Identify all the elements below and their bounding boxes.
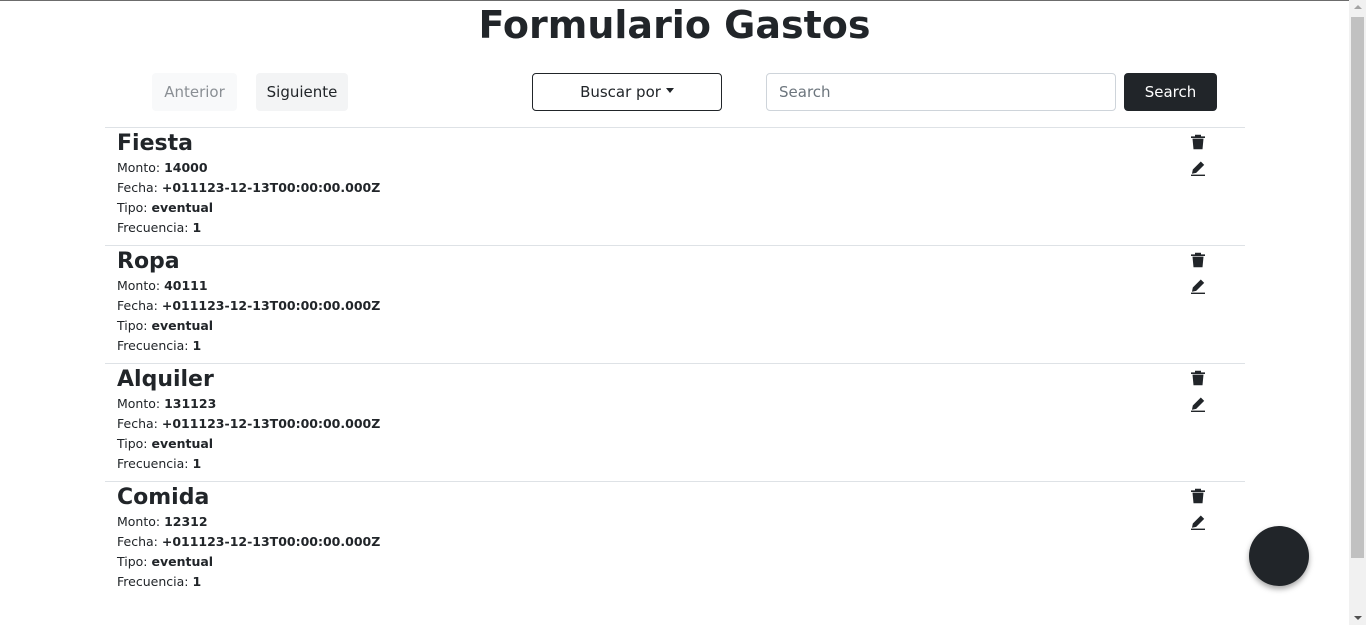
frequency-value: 1 bbox=[192, 456, 202, 471]
expense-amount: Monto: 131123 bbox=[117, 394, 1233, 414]
expense-amount: Monto: 12312 bbox=[117, 512, 1233, 532]
date-label: Fecha: bbox=[117, 298, 162, 313]
amount-value: 12312 bbox=[164, 514, 208, 529]
expense-name: Ropa bbox=[117, 249, 180, 274]
trash-icon[interactable] bbox=[1190, 252, 1206, 268]
expense-frequency: Frecuencia: 1 bbox=[117, 572, 1233, 592]
type-value: eventual bbox=[151, 436, 214, 451]
page-title: Formulario Gastos bbox=[478, 3, 871, 47]
date-label: Fecha: bbox=[117, 534, 162, 549]
expense-item: Alquiler Monto: 131123 Fecha: +011123-12… bbox=[105, 363, 1245, 481]
expense-item: Ropa Monto: 40111 Fecha: +011123-12-13T0… bbox=[105, 245, 1245, 363]
search-by-dropdown[interactable]: Buscar por bbox=[532, 73, 722, 111]
scroll-down-arrow-icon[interactable] bbox=[1354, 616, 1362, 620]
date-value: +011123-12-13T00:00:00.000Z bbox=[161, 534, 381, 549]
previous-page-button[interactable]: Anterior bbox=[152, 73, 237, 111]
expense-amount: Monto: 14000 bbox=[117, 158, 1233, 178]
date-value: +011123-12-13T00:00:00.000Z bbox=[161, 298, 381, 313]
amount-value: 14000 bbox=[164, 160, 208, 175]
expense-date: Fecha: +011123-12-13T00:00:00.000Z bbox=[117, 296, 1233, 316]
vertical-scrollbar[interactable] bbox=[1349, 0, 1366, 625]
caret-down-icon bbox=[665, 87, 674, 93]
type-label: Tipo: bbox=[117, 554, 152, 569]
type-label: Tipo: bbox=[117, 318, 152, 333]
pencil-icon[interactable] bbox=[1190, 514, 1206, 530]
scroll-up-arrow-icon[interactable] bbox=[1354, 5, 1362, 9]
scrollbar-thumb[interactable] bbox=[1351, 17, 1364, 558]
trash-icon[interactable] bbox=[1190, 134, 1206, 150]
date-label: Fecha: bbox=[117, 180, 162, 195]
frequency-label: Frecuencia: bbox=[117, 574, 193, 589]
search-by-label: Buscar por bbox=[580, 83, 661, 101]
expense-date: Fecha: +011123-12-13T00:00:00.000Z bbox=[117, 532, 1233, 552]
amount-label: Monto: bbox=[117, 278, 165, 293]
type-label: Tipo: bbox=[117, 200, 152, 215]
type-label: Tipo: bbox=[117, 436, 152, 451]
date-label: Fecha: bbox=[117, 416, 162, 431]
expense-name: Comida bbox=[117, 485, 210, 510]
trash-icon[interactable] bbox=[1190, 370, 1206, 386]
amount-label: Monto: bbox=[117, 396, 165, 411]
frequency-value: 1 bbox=[192, 338, 202, 353]
expense-date: Fecha: +011123-12-13T00:00:00.000Z bbox=[117, 178, 1233, 198]
pencil-icon[interactable] bbox=[1190, 396, 1206, 412]
trash-icon[interactable] bbox=[1190, 488, 1206, 504]
expense-item: Comida Monto: 12312 Fecha: +011123-12-13… bbox=[105, 481, 1245, 598]
expense-amount: Monto: 40111 bbox=[117, 276, 1233, 296]
pencil-icon[interactable] bbox=[1190, 160, 1206, 176]
expense-type: Tipo: eventual bbox=[117, 198, 1233, 218]
floating-action-button[interactable] bbox=[1249, 526, 1309, 586]
pencil-icon[interactable] bbox=[1190, 278, 1206, 294]
expense-type: Tipo: eventual bbox=[117, 434, 1233, 454]
date-value: +011123-12-13T00:00:00.000Z bbox=[161, 180, 381, 195]
amount-label: Monto: bbox=[117, 160, 165, 175]
expense-type: Tipo: eventual bbox=[117, 316, 1233, 336]
frequency-label: Frecuencia: bbox=[117, 220, 193, 235]
expense-item: Fiesta Monto: 14000 Fecha: +011123-12-13… bbox=[105, 127, 1245, 245]
expense-date: Fecha: +011123-12-13T00:00:00.000Z bbox=[117, 414, 1233, 434]
type-value: eventual bbox=[151, 554, 214, 569]
amount-label: Monto: bbox=[117, 514, 165, 529]
frequency-value: 1 bbox=[192, 220, 202, 235]
frequency-label: Frecuencia: bbox=[117, 456, 193, 471]
expense-frequency: Frecuencia: 1 bbox=[117, 454, 1233, 474]
next-page-button[interactable]: Siguiente bbox=[256, 73, 348, 111]
type-value: eventual bbox=[151, 318, 214, 333]
amount-value: 131123 bbox=[164, 396, 217, 411]
frequency-label: Frecuencia: bbox=[117, 338, 193, 353]
expense-list: Fiesta Monto: 14000 Fecha: +011123-12-13… bbox=[105, 127, 1245, 598]
search-button[interactable]: Search bbox=[1124, 73, 1217, 111]
type-value: eventual bbox=[151, 200, 214, 215]
expense-frequency: Frecuencia: 1 bbox=[117, 336, 1233, 356]
expense-frequency: Frecuencia: 1 bbox=[117, 218, 1233, 238]
expense-name: Fiesta bbox=[117, 131, 193, 156]
frequency-value: 1 bbox=[192, 574, 202, 589]
amount-value: 40111 bbox=[164, 278, 208, 293]
expense-type: Tipo: eventual bbox=[117, 552, 1233, 572]
search-input[interactable] bbox=[766, 73, 1116, 111]
date-value: +011123-12-13T00:00:00.000Z bbox=[161, 416, 381, 431]
expense-name: Alquiler bbox=[117, 367, 214, 392]
